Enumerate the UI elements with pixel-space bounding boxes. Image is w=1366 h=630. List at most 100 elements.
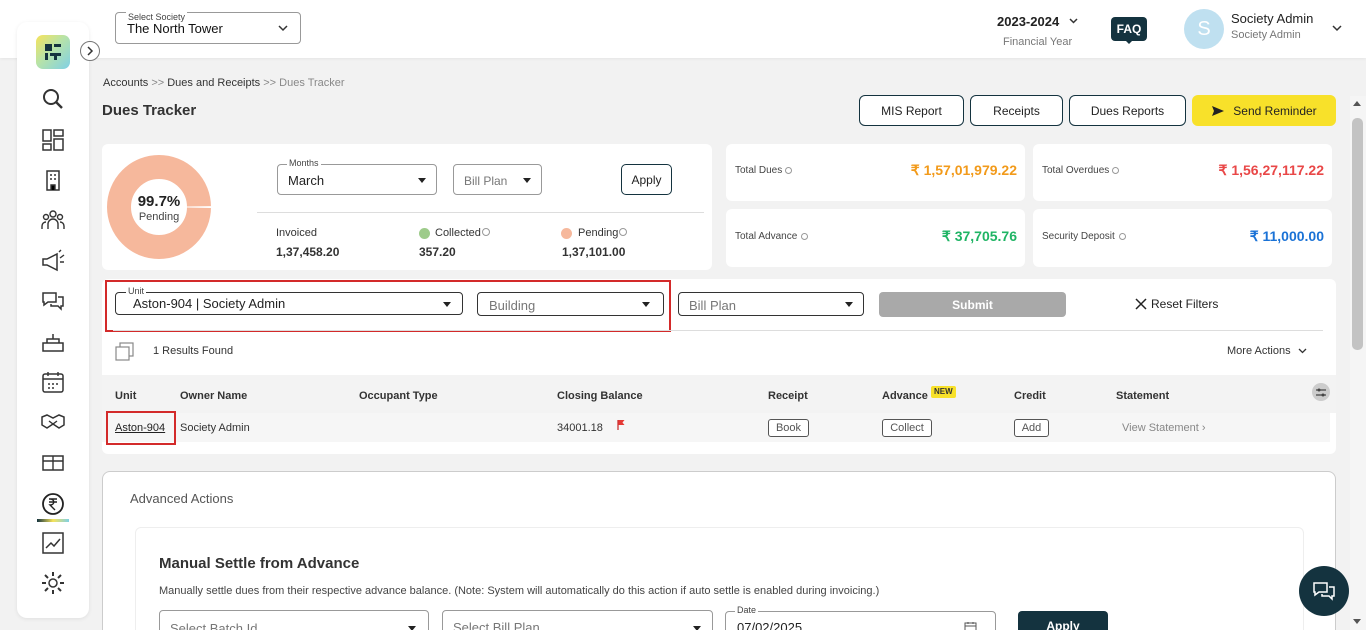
total-overdues-value: ₹ 1,56,27,117.22 <box>1218 162 1324 178</box>
dashboard-icon[interactable] <box>40 127 66 153</box>
pending-caption: Pending <box>138 211 180 223</box>
months-select[interactable]: Months March <box>277 158 437 195</box>
chevron-down-icon[interactable] <box>1332 25 1342 32</box>
caret-down-icon <box>443 302 451 307</box>
parking-icon[interactable] <box>40 449 66 475</box>
building-icon[interactable] <box>40 167 66 193</box>
column-settings-button[interactable] <box>1312 383 1330 401</box>
security-deposit-value: ₹ 11,000.00 <box>1249 228 1324 244</box>
send-reminder-button[interactable]: Send Reminder <box>1192 95 1336 126</box>
caret-down-icon <box>693 626 701 630</box>
total-dues-label: Total Dues <box>735 165 783 176</box>
date-label: Date <box>735 605 759 615</box>
accounts-rupee-icon[interactable] <box>40 491 66 517</box>
collect-label: Collect <box>890 422 924 434</box>
batch-id-select[interactable]: Select Batch Id <box>159 610 429 630</box>
manual-settle-title: Manual Settle from Advance <box>159 555 360 572</box>
submit-button[interactable]: Submit <box>879 292 1066 317</box>
settle-apply-label: Apply <box>1046 619 1080 630</box>
divider <box>113 330 1323 331</box>
collected-dot <box>419 228 430 239</box>
calendar-icon[interactable] <box>964 621 977 630</box>
financial-year-label: Financial Year <box>1003 36 1073 48</box>
more-actions-button[interactable]: More Actions <box>1227 345 1307 357</box>
society-select[interactable]: Select Society The North Tower <box>115 12 301 44</box>
app-logo[interactable] <box>36 35 70 69</box>
send-icon <box>1212 105 1225 116</box>
view-statement-link[interactable]: View Statement › <box>1122 422 1206 434</box>
dues-reports-button[interactable]: Dues Reports <box>1069 95 1186 126</box>
search-icon[interactable] <box>40 86 66 112</box>
add-credit-button[interactable]: Add <box>1014 419 1049 437</box>
chat-bubble-icon <box>1313 582 1335 601</box>
unit-select[interactable]: Unit Aston-904 | Society Admin <box>115 286 463 315</box>
scroll-up-arrow[interactable] <box>1353 101 1361 106</box>
scrollbar-thumb[interactable] <box>1352 118 1363 350</box>
collect-advance-button[interactable]: Collect <box>882 419 932 437</box>
flag-icon <box>617 420 625 430</box>
send-reminder-label: Send Reminder <box>1233 103 1317 118</box>
select-all-copy-icon[interactable] <box>115 342 134 361</box>
members-icon[interactable] <box>40 207 66 233</box>
settings-gear-icon[interactable] <box>40 570 66 596</box>
months-value: March <box>288 173 325 188</box>
reports-chart-icon[interactable] <box>40 530 66 556</box>
breadcrumb-dues[interactable]: Dues and Receipts <box>167 77 260 89</box>
summary-apply-button[interactable]: Apply <box>621 164 672 195</box>
total-overdues-label: Total Overdues <box>1042 165 1110 176</box>
total-advance-value: ₹ 37,705.76 <box>941 228 1017 244</box>
closing-balance-cell: 34001.18 <box>557 422 603 434</box>
financial-year-select[interactable]: 2023-2024 <box>997 14 1059 29</box>
settle-apply-button[interactable]: Apply <box>1018 611 1108 630</box>
manual-settle-description: Manually settle dues from their respecti… <box>159 585 880 597</box>
receipts-label: Receipts <box>993 103 1040 118</box>
scroll-down-arrow[interactable] <box>1353 619 1361 624</box>
book-label: Book <box>775 422 802 434</box>
total-overdues-card: Total Overdues ₹ 1,56,27,117.22 <box>1033 144 1332 201</box>
settle-bill-plan-select[interactable]: Select Bill Plan <box>442 610 713 630</box>
faq-button[interactable]: FAQ <box>1111 17 1147 41</box>
handshake-icon[interactable] <box>40 409 66 435</box>
invoiced-label: Invoiced <box>276 227 317 239</box>
unit-label: Unit <box>126 286 147 296</box>
more-actions-label: More Actions <box>1227 345 1291 357</box>
unit-link[interactable]: Aston-904 <box>115 422 165 434</box>
reset-filters-label: Reset Filters <box>1151 297 1219 311</box>
date-field[interactable]: Date 07/02/2025 <box>725 605 996 630</box>
calendar-icon[interactable] <box>40 369 66 395</box>
chat-support-button[interactable] <box>1299 566 1349 616</box>
amenities-icon[interactable] <box>40 329 66 355</box>
chat-icon[interactable] <box>40 288 66 314</box>
book-receipt-button[interactable]: Book <box>768 419 809 437</box>
caret-down-icon <box>408 626 416 630</box>
add-label: Add <box>1021 422 1042 434</box>
unit-value: Aston-904 | Society Admin <box>133 296 286 311</box>
pending-amount-value: 1,37,101.00 <box>562 245 626 259</box>
breadcrumb-accounts[interactable]: Accounts <box>103 77 148 89</box>
col-unit: Unit <box>115 390 137 402</box>
expand-sidebar-button[interactable] <box>80 41 100 61</box>
filter-bill-plan-select[interactable]: Bill Plan <box>678 292 864 316</box>
pending-amount-label: Pending <box>578 227 619 239</box>
info-icon <box>785 167 792 174</box>
receipts-button[interactable]: Receipts <box>970 95 1063 126</box>
avatar[interactable]: S <box>1184 9 1224 49</box>
invoiced-value: 1,37,458.20 <box>276 245 340 259</box>
building-select[interactable]: Building <box>477 292 664 316</box>
divider <box>257 212 704 213</box>
info-icon <box>1112 167 1119 174</box>
pending-dot <box>561 228 572 239</box>
col-statement: Statement <box>1116 390 1170 402</box>
mis-report-button[interactable]: MIS Report <box>859 95 964 126</box>
reset-filters-button[interactable]: Reset Filters <box>1135 297 1218 311</box>
breadcrumb: Accounts >> Dues and Receipts >> Dues Tr… <box>103 77 345 89</box>
advanced-actions-title: Advanced Actions <box>130 491 234 506</box>
total-advance-card: Total Advance ₹ 37,705.76 <box>726 209 1025 267</box>
col-occupant-type: Occupant Type <box>359 390 438 402</box>
breadcrumb-current: Dues Tracker <box>279 77 345 89</box>
megaphone-icon[interactable] <box>40 248 66 274</box>
bill-plan-select[interactable]: Bill Plan <box>453 164 542 195</box>
chevron-down-icon[interactable] <box>1069 18 1078 24</box>
caret-down-icon <box>418 178 426 183</box>
col-receipt: Receipt <box>768 390 808 402</box>
